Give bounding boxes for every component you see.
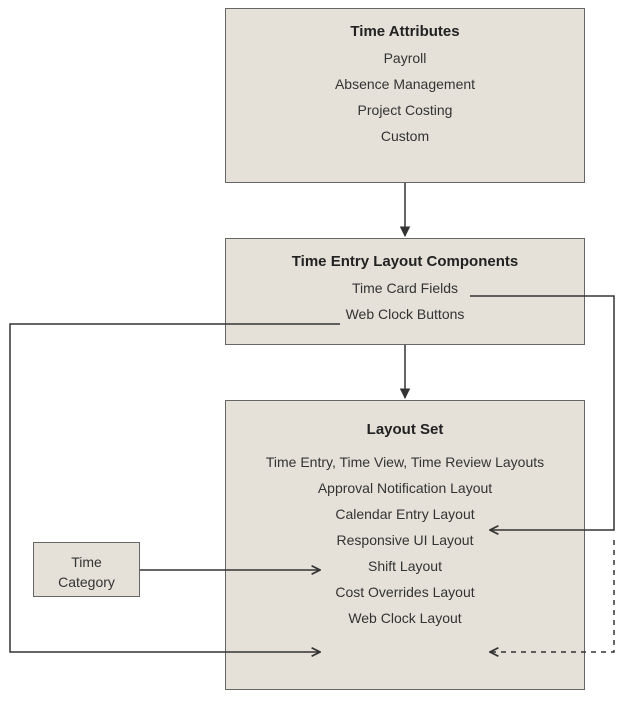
time-category-label: Time Category (58, 554, 115, 590)
item-web-clock-layout: Web Clock Layout (226, 610, 584, 626)
box-time-category: Time Category (33, 542, 140, 597)
item-project-costing: Project Costing (226, 102, 584, 118)
item-custom: Custom (226, 128, 584, 144)
item-responsive-ui: Responsive UI Layout (226, 532, 584, 548)
item-absence-management: Absence Management (226, 76, 584, 92)
item-approval-notification: Approval Notification Layout (226, 480, 584, 496)
box-time-attributes-title: Time Attributes (226, 23, 584, 40)
item-shift-layout: Shift Layout (226, 558, 584, 574)
item-time-card-fields: Time Card Fields (226, 280, 584, 296)
item-cost-overrides: Cost Overrides Layout (226, 584, 584, 600)
item-payroll: Payroll (226, 50, 584, 66)
box-layout-set: Layout Set Time Entry, Time View, Time R… (225, 400, 585, 690)
item-calendar-entry: Calendar Entry Layout (226, 506, 584, 522)
box-time-entry-layout-components: Time Entry Layout Components Time Card F… (225, 238, 585, 345)
box-telc-title: Time Entry Layout Components (226, 253, 584, 270)
item-time-entry-view-review: Time Entry, Time View, Time Review Layou… (226, 454, 584, 470)
box-time-attributes: Time Attributes Payroll Absence Manageme… (225, 8, 585, 183)
item-web-clock-buttons: Web Clock Buttons (226, 306, 584, 322)
box-layout-set-title: Layout Set (226, 421, 584, 438)
